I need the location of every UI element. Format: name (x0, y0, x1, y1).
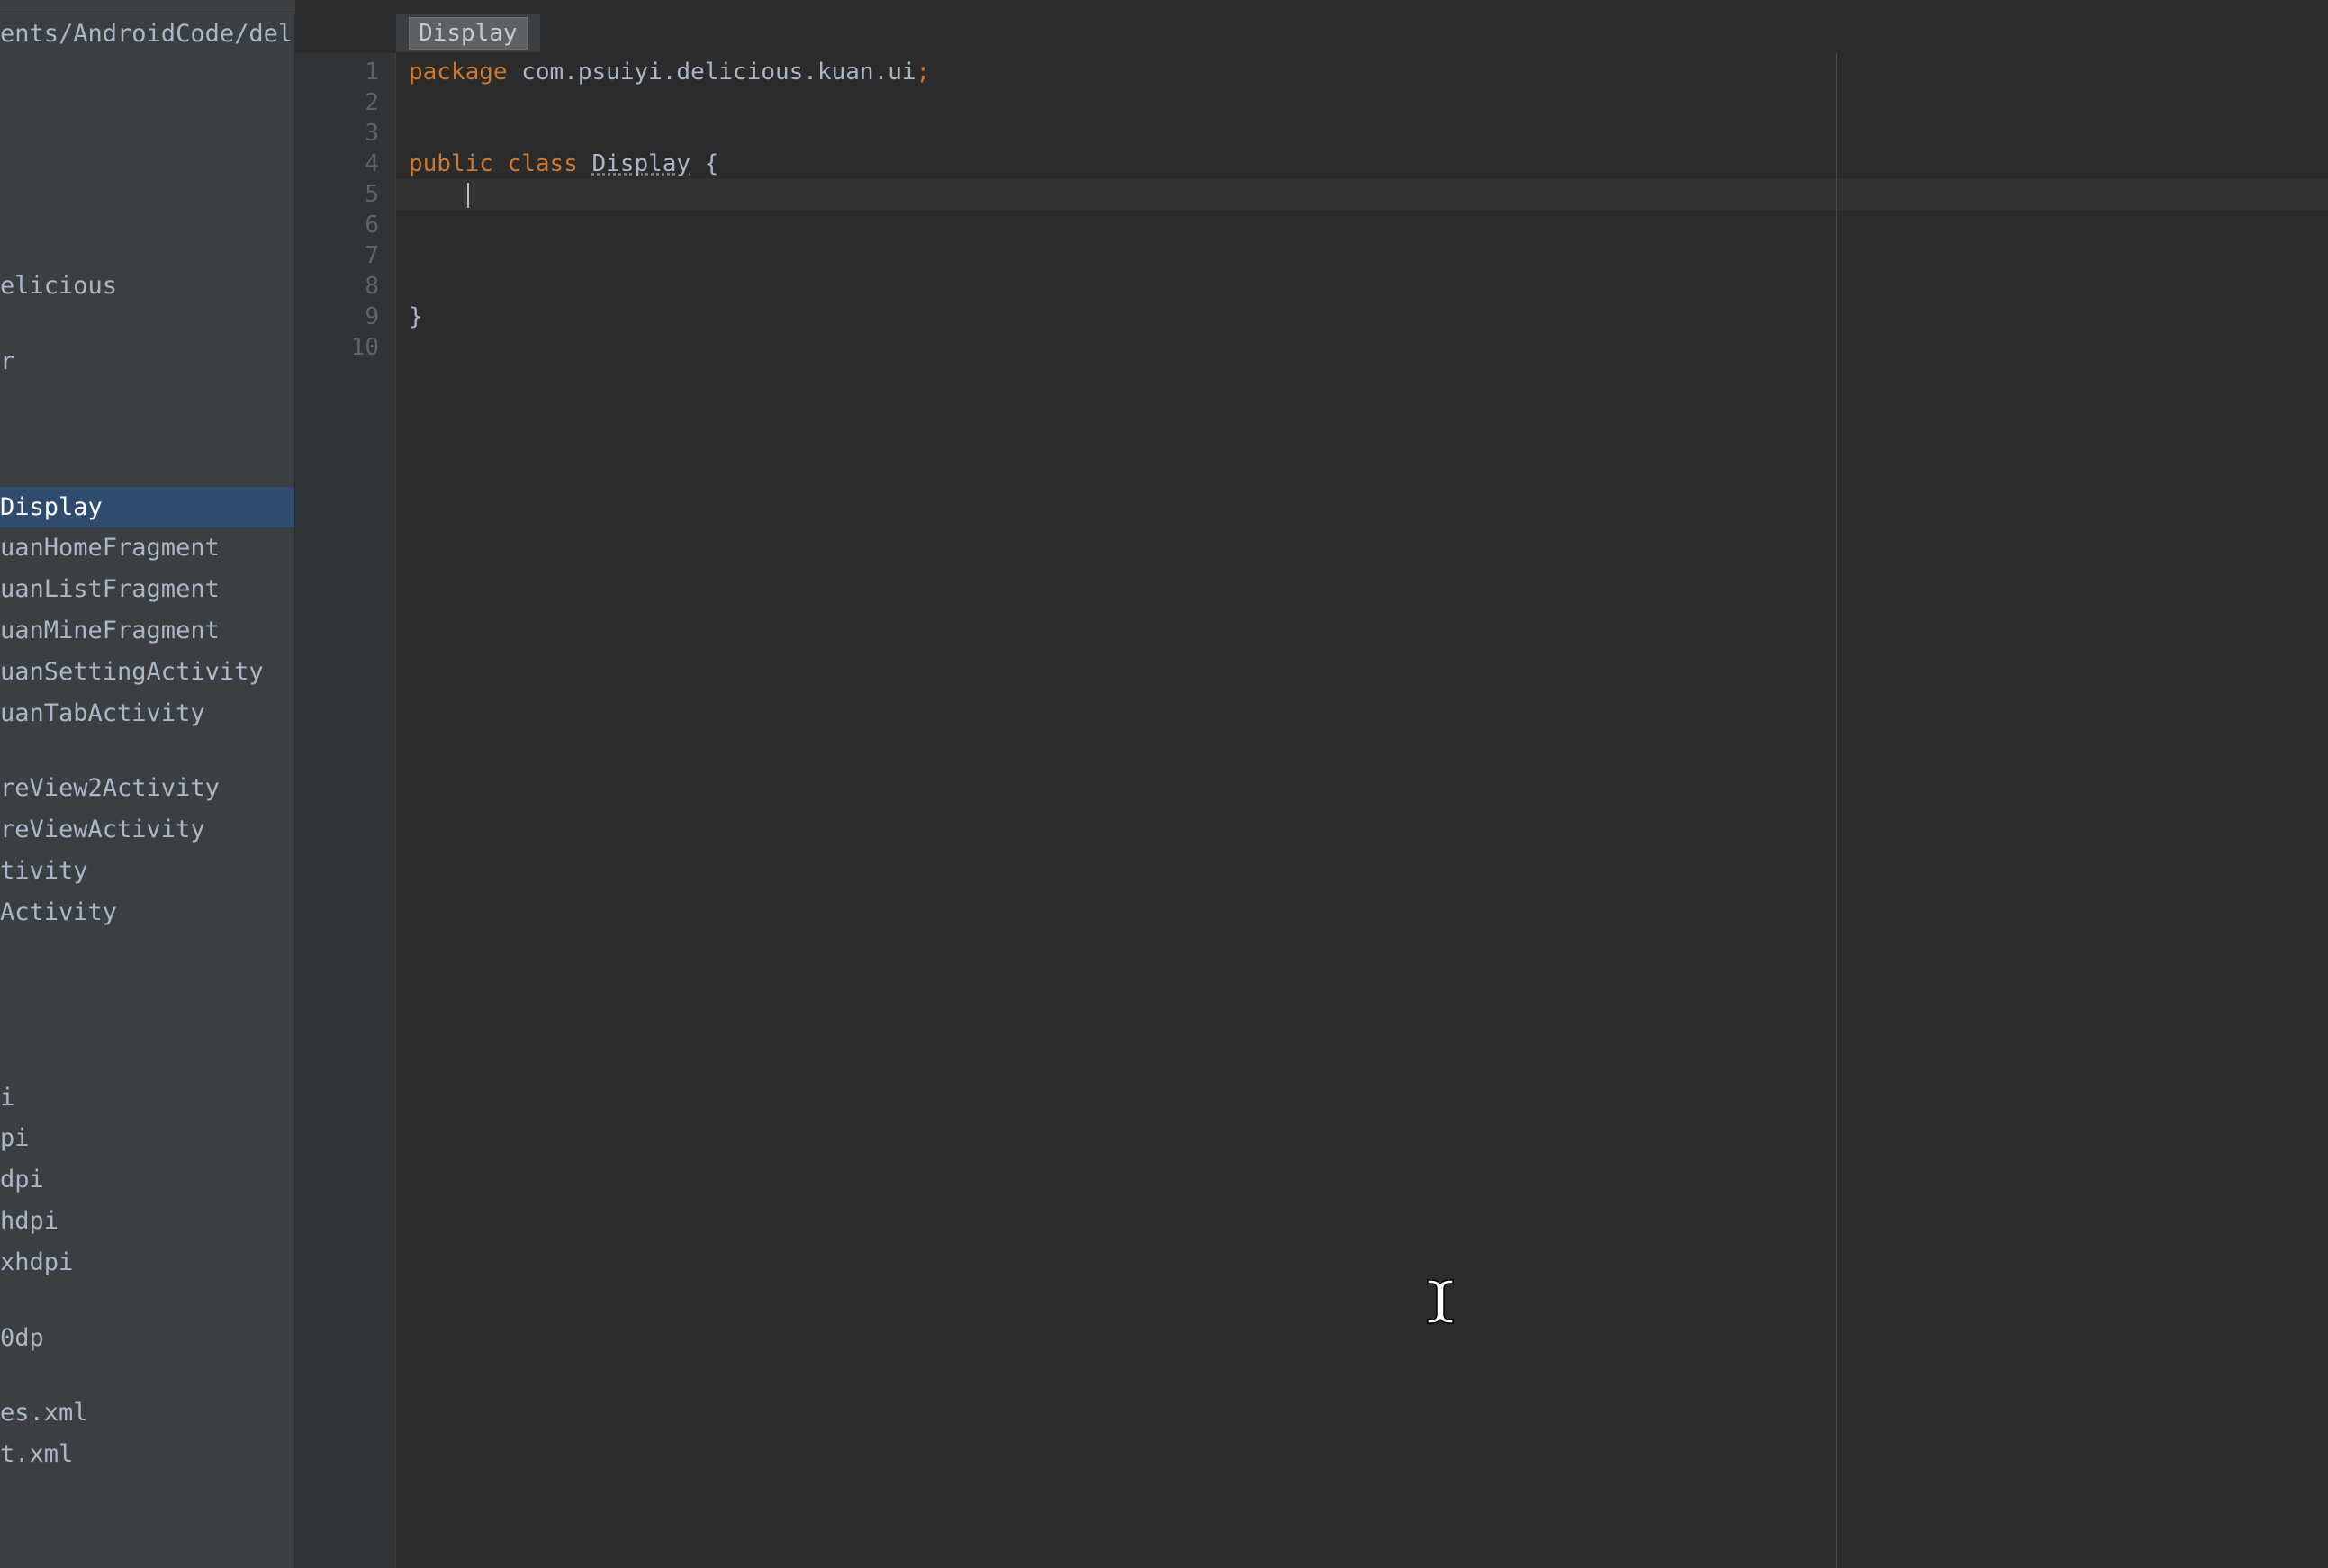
code-token: public (409, 150, 493, 177)
sidebar-item[interactable]: Activity (0, 892, 294, 933)
code-token: package (409, 59, 508, 86)
code-token (493, 150, 508, 177)
code-line[interactable] (409, 240, 2328, 271)
code-editor[interactable]: package com.psuiyi.delicious.kuan.ui; pub… (396, 53, 2328, 1568)
line-gutter[interactable]: 12345678910 (295, 53, 396, 1568)
sidebar-item[interactable]: elicious (0, 266, 294, 307)
sidebar-item[interactable]: tivity (0, 851, 294, 892)
sidebar-item[interactable]: i (0, 1077, 294, 1119)
code-token: class (508, 150, 578, 177)
line-number[interactable]: 7 (295, 240, 395, 271)
right-margin-guide (1836, 53, 1837, 1568)
sidebar-item[interactable]: reViewActivity (0, 809, 294, 851)
sidebar-item[interactable]: xhdpi (0, 1242, 294, 1284)
code-token (409, 181, 465, 208)
code-line[interactable] (409, 332, 2328, 363)
sidebar-item[interactable]: uanTabActivity (0, 693, 294, 734)
sidebar-item[interactable]: uanSettingActivity (0, 652, 294, 693)
sidebar-item[interactable]: pi (0, 1118, 294, 1159)
sidebar-file-tree[interactable]: elicious r Display uanHomeFragment uanLi… (0, 266, 294, 1475)
sidebar-item[interactable]: uanListFragment (0, 569, 294, 610)
code-token: } (409, 303, 423, 330)
code-token: com.psuiyi.delicious.kuan.ui (508, 59, 916, 86)
code-token: { (690, 150, 718, 177)
code-line[interactable] (409, 271, 2328, 302)
sidebar-item[interactable]: es.xml (0, 1392, 294, 1434)
project-sidebar[interactable]: ents/AndroidCode/delicio elicious r Disp… (0, 0, 295, 1568)
sidebar-item[interactable]: dpi (0, 1159, 294, 1201)
sidebar-item[interactable]: r (0, 341, 294, 383)
code-line[interactable]: public class Display { (409, 149, 2328, 179)
text-caret (467, 183, 469, 208)
line-number[interactable]: 1 (295, 57, 395, 87)
sidebar-item[interactable]: t.xml (0, 1434, 294, 1475)
sidebar-item[interactable]: hdpi (0, 1201, 294, 1242)
code-token: Display (592, 150, 691, 177)
sidebar-item[interactable]: 0dp (0, 1318, 294, 1359)
editor-area: Display 12345678910 package com.psuiyi.d… (295, 0, 2328, 1568)
code-line[interactable] (409, 118, 2328, 149)
code-line[interactable] (409, 87, 2328, 118)
code-token (578, 150, 592, 177)
code-line[interactable] (409, 210, 2328, 240)
breadcrumb[interactable]: Display (396, 14, 540, 53)
code-line[interactable]: package com.psuiyi.delicious.kuan.ui; (409, 57, 2328, 87)
line-number[interactable]: 9 (295, 302, 395, 332)
breadcrumb-current[interactable]: Display (409, 17, 528, 50)
line-number[interactable]: 2 (295, 87, 395, 118)
code-line[interactable]: } (409, 302, 2328, 332)
main-container: ents/AndroidCode/delicio elicious r Disp… (0, 0, 2328, 1568)
line-number[interactable]: 4 (295, 149, 395, 179)
sidebar-item-display[interactable]: Display (0, 487, 294, 528)
line-number[interactable]: 10 (295, 332, 395, 363)
code-token: ; (916, 59, 931, 86)
line-number[interactable]: 6 (295, 210, 395, 240)
line-number[interactable]: 3 (295, 118, 395, 149)
line-number[interactable]: 5 (295, 179, 395, 210)
sidebar-item[interactable]: reView2Activity (0, 768, 294, 809)
sidebar-item[interactable]: uanHomeFragment (0, 527, 294, 569)
line-number[interactable]: 8 (295, 271, 395, 302)
sidebar-item[interactable]: uanMineFragment (0, 610, 294, 652)
code-wrapper: 12345678910 package com.psuiyi.delicious… (295, 53, 2328, 1568)
code-line[interactable] (396, 179, 2328, 210)
path-breadcrumb: ents/AndroidCode/delicio (0, 16, 294, 51)
